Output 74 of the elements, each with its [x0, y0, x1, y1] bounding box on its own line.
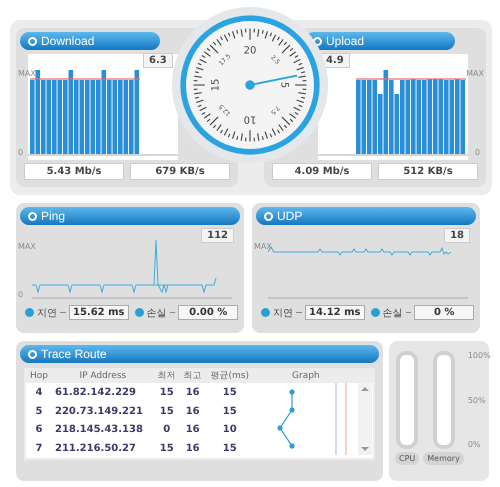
- axis-label: MAX: [18, 242, 36, 251]
- reading-field: 512 KB/s: [378, 163, 478, 180]
- meter-label: Memory: [423, 452, 464, 465]
- axis-label: 0: [18, 148, 24, 157]
- reading-field: 679 KB/s: [130, 163, 230, 180]
- stat-field: 0 %: [414, 305, 474, 320]
- ring-icon: [28, 36, 37, 46]
- table-cell: 15: [154, 439, 180, 458]
- scroll-down-icon: [360, 447, 369, 451]
- panel-title: Upload: [326, 34, 364, 48]
- stat-label: 손실: [146, 306, 166, 320]
- scale-label: 100%: [468, 351, 491, 360]
- play-icon: [25, 308, 34, 317]
- column-header: Hop: [26, 368, 52, 383]
- axis-label: MAX: [18, 69, 36, 78]
- column-header: Graph: [254, 368, 358, 383]
- play-icon: [261, 308, 270, 317]
- dial-number: 5: [278, 82, 290, 88]
- latency-graph: [277, 389, 294, 449]
- table-cell: 211.216.50.27: [52, 439, 154, 458]
- table-cell: 16: [180, 402, 206, 420]
- table-cell: 16: [180, 383, 206, 402]
- panel-title: Trace Route: [41, 347, 107, 361]
- table-cell: 218.145.43.138: [52, 420, 154, 440]
- table-cell: 0: [154, 420, 180, 440]
- table-cell: 10: [206, 420, 254, 440]
- dial-number: 20: [244, 46, 256, 57]
- ring-icon: [28, 212, 37, 220]
- scroll-up-icon: [360, 387, 369, 391]
- scale-label: 0%: [468, 440, 482, 449]
- meter-label: CPU: [395, 452, 420, 465]
- play-icon: [370, 308, 380, 317]
- column-header: IP Address: [52, 368, 154, 383]
- peak-value: 112: [201, 228, 234, 243]
- axis-label: 0: [474, 148, 480, 157]
- table-cell: 5: [26, 402, 52, 420]
- table-cell: 15: [154, 383, 180, 402]
- peak-value: 18: [444, 228, 470, 243]
- column-header: 평균(ms): [206, 368, 254, 383]
- column-header: 최저: [154, 368, 180, 383]
- stat-field: 15.62 ms: [68, 305, 128, 320]
- scrollbar[interactable]: [358, 383, 372, 455]
- peak-value: 6.3: [143, 53, 173, 68]
- stat-field: 0.00 %: [178, 305, 238, 320]
- table-cell: 220.73.149.221: [52, 402, 154, 420]
- play-icon: [134, 308, 144, 317]
- stat-label: 지연: [273, 306, 293, 320]
- stat-label: 손실: [382, 306, 402, 320]
- table-cell: 15: [154, 402, 180, 420]
- panel-title: Ping: [41, 209, 66, 223]
- panel-title: UDP: [277, 209, 302, 223]
- table-cell: 15: [206, 439, 254, 458]
- reading-field: 4.09 Mb/s: [272, 163, 372, 180]
- axis-label: MAX: [466, 69, 484, 78]
- axis-label: MAX: [254, 242, 272, 251]
- dial-number: 10: [244, 113, 256, 124]
- ring-icon: [28, 350, 37, 358]
- ring-icon: [264, 212, 273, 220]
- table-cell: 6: [26, 420, 52, 440]
- column-header: 최고: [180, 368, 206, 383]
- panel-title: Download: [41, 34, 94, 48]
- table-cell: 7: [26, 439, 52, 458]
- scale-label: 50%: [468, 396, 487, 404]
- table-cell: 16: [180, 439, 206, 458]
- table-cell: 15: [206, 402, 254, 420]
- axis-label: 0: [18, 290, 24, 299]
- stat-field: 14.12 ms: [304, 305, 364, 320]
- table-cell: 4: [26, 383, 52, 402]
- table-cell: 61.82.142.229: [52, 383, 154, 402]
- reading-field: 5.43 Mb/s: [24, 163, 124, 180]
- dial-number: 15: [210, 78, 222, 92]
- stat-label: 지연: [37, 306, 57, 320]
- table-cell: 16: [180, 420, 206, 440]
- table-cell: 15: [206, 383, 254, 402]
